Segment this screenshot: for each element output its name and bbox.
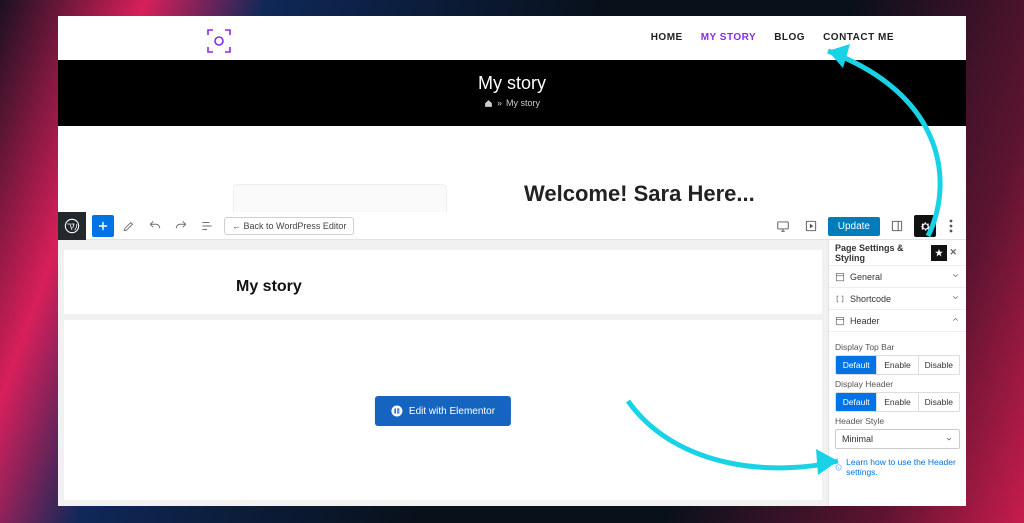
toolbar-right: Update: [772, 215, 960, 237]
help-link[interactable]: Learn how to use the Header settings.: [829, 451, 966, 483]
screenshot-stage: HOME MY STORY BLOG CONTACT ME My story »…: [58, 16, 966, 506]
welcome-heading: Welcome! Sara Here...: [524, 181, 755, 207]
editor-canvas: My story Edit with Elementor: [58, 240, 828, 506]
section-general-label: General: [850, 272, 882, 282]
info-icon: [835, 463, 842, 472]
nav-contact[interactable]: CONTACT ME: [823, 32, 894, 43]
header-style-label: Header Style: [835, 416, 960, 426]
chevron-down-icon: [951, 293, 960, 302]
page-title: My story: [58, 60, 966, 94]
sidebar-header: Page Settings & Styling ✕: [829, 240, 966, 266]
section-header-label: Header: [850, 316, 880, 326]
breadcrumb-sep: »: [497, 98, 502, 108]
undo-icon[interactable]: [144, 215, 166, 237]
redo-icon[interactable]: [170, 215, 192, 237]
section-general[interactable]: General: [829, 266, 966, 288]
site-header: HOME MY STORY BLOG CONTACT ME: [58, 16, 966, 60]
add-block-button[interactable]: [92, 215, 114, 237]
header-icon: [835, 316, 845, 326]
page-title-band: My story » My story: [58, 60, 966, 126]
opt-enable[interactable]: Enable: [876, 356, 917, 374]
desktop-view-icon[interactable]: [772, 215, 794, 237]
section-header[interactable]: Header: [829, 310, 966, 332]
header-style-value: Minimal: [842, 434, 873, 444]
section-shortcode-label: Shortcode: [850, 294, 891, 304]
settings-sidebar: Page Settings & Styling ✕ General Shortc…: [828, 240, 966, 506]
display-header-label: Display Header: [835, 379, 960, 389]
close-sidebar-button[interactable]: ✕: [947, 247, 960, 258]
opt-enable[interactable]: Enable: [876, 393, 917, 411]
opt-default[interactable]: Default: [836, 393, 876, 411]
chevron-down-icon: [951, 271, 960, 280]
star-icon[interactable]: [931, 245, 946, 261]
display-top-bar-label: Display Top Bar: [835, 342, 960, 352]
edit-with-elementor-button[interactable]: Edit with Elementor: [375, 396, 511, 426]
preview-icon[interactable]: [800, 215, 822, 237]
edit-icon[interactable]: [118, 215, 140, 237]
chevron-up-icon: [951, 315, 960, 324]
welcome-band: Welcome! Sara Here...: [58, 126, 966, 212]
site-logo[interactable]: [206, 28, 232, 59]
section-shortcode[interactable]: Shortcode: [829, 288, 966, 310]
post-title[interactable]: My story: [236, 278, 302, 296]
update-button[interactable]: Update: [828, 217, 880, 236]
more-options-icon[interactable]: [942, 215, 960, 237]
nav-mystory[interactable]: MY STORY: [701, 32, 757, 43]
shortcode-icon: [835, 294, 845, 304]
elementor-icon: [391, 405, 403, 417]
display-top-bar-toggle[interactable]: Default Enable Disable: [835, 355, 960, 375]
elementor-button-label: Edit with Elementor: [409, 406, 495, 417]
wordpress-logo-icon[interactable]: [58, 212, 86, 240]
opt-disable[interactable]: Disable: [918, 393, 959, 411]
main-nav: HOME MY STORY BLOG CONTACT ME: [651, 32, 894, 43]
sidebar-title: Page Settings & Styling: [835, 243, 931, 263]
display-header-toggle[interactable]: Default Enable Disable: [835, 392, 960, 412]
editor-toolbar: ← Back to WordPress Editor Update: [58, 212, 966, 240]
layout-icon: [835, 272, 845, 282]
nav-blog[interactable]: BLOG: [774, 32, 805, 43]
home-icon: [484, 99, 493, 108]
content-block[interactable]: Edit with Elementor: [64, 320, 822, 500]
outline-icon[interactable]: [196, 215, 218, 237]
breadcrumb-current: My story: [506, 98, 540, 108]
title-block[interactable]: My story: [64, 250, 822, 314]
image-placeholder: [233, 184, 447, 212]
settings-button[interactable]: [914, 215, 936, 237]
help-text: Learn how to use the Header settings.: [846, 457, 960, 477]
chevron-down-icon: [945, 435, 953, 443]
header-style-select[interactable]: Minimal: [835, 429, 960, 449]
sidebar-toggle-icon[interactable]: [886, 215, 908, 237]
header-section-body: Display Top Bar Default Enable Disable D…: [829, 332, 966, 451]
breadcrumb: » My story: [58, 98, 966, 108]
opt-default[interactable]: Default: [836, 356, 876, 374]
opt-disable[interactable]: Disable: [918, 356, 959, 374]
back-to-editor-button[interactable]: ← Back to WordPress Editor: [224, 217, 354, 235]
block-editor: ← Back to WordPress Editor Update My sto…: [58, 212, 966, 506]
nav-home[interactable]: HOME: [651, 32, 683, 43]
